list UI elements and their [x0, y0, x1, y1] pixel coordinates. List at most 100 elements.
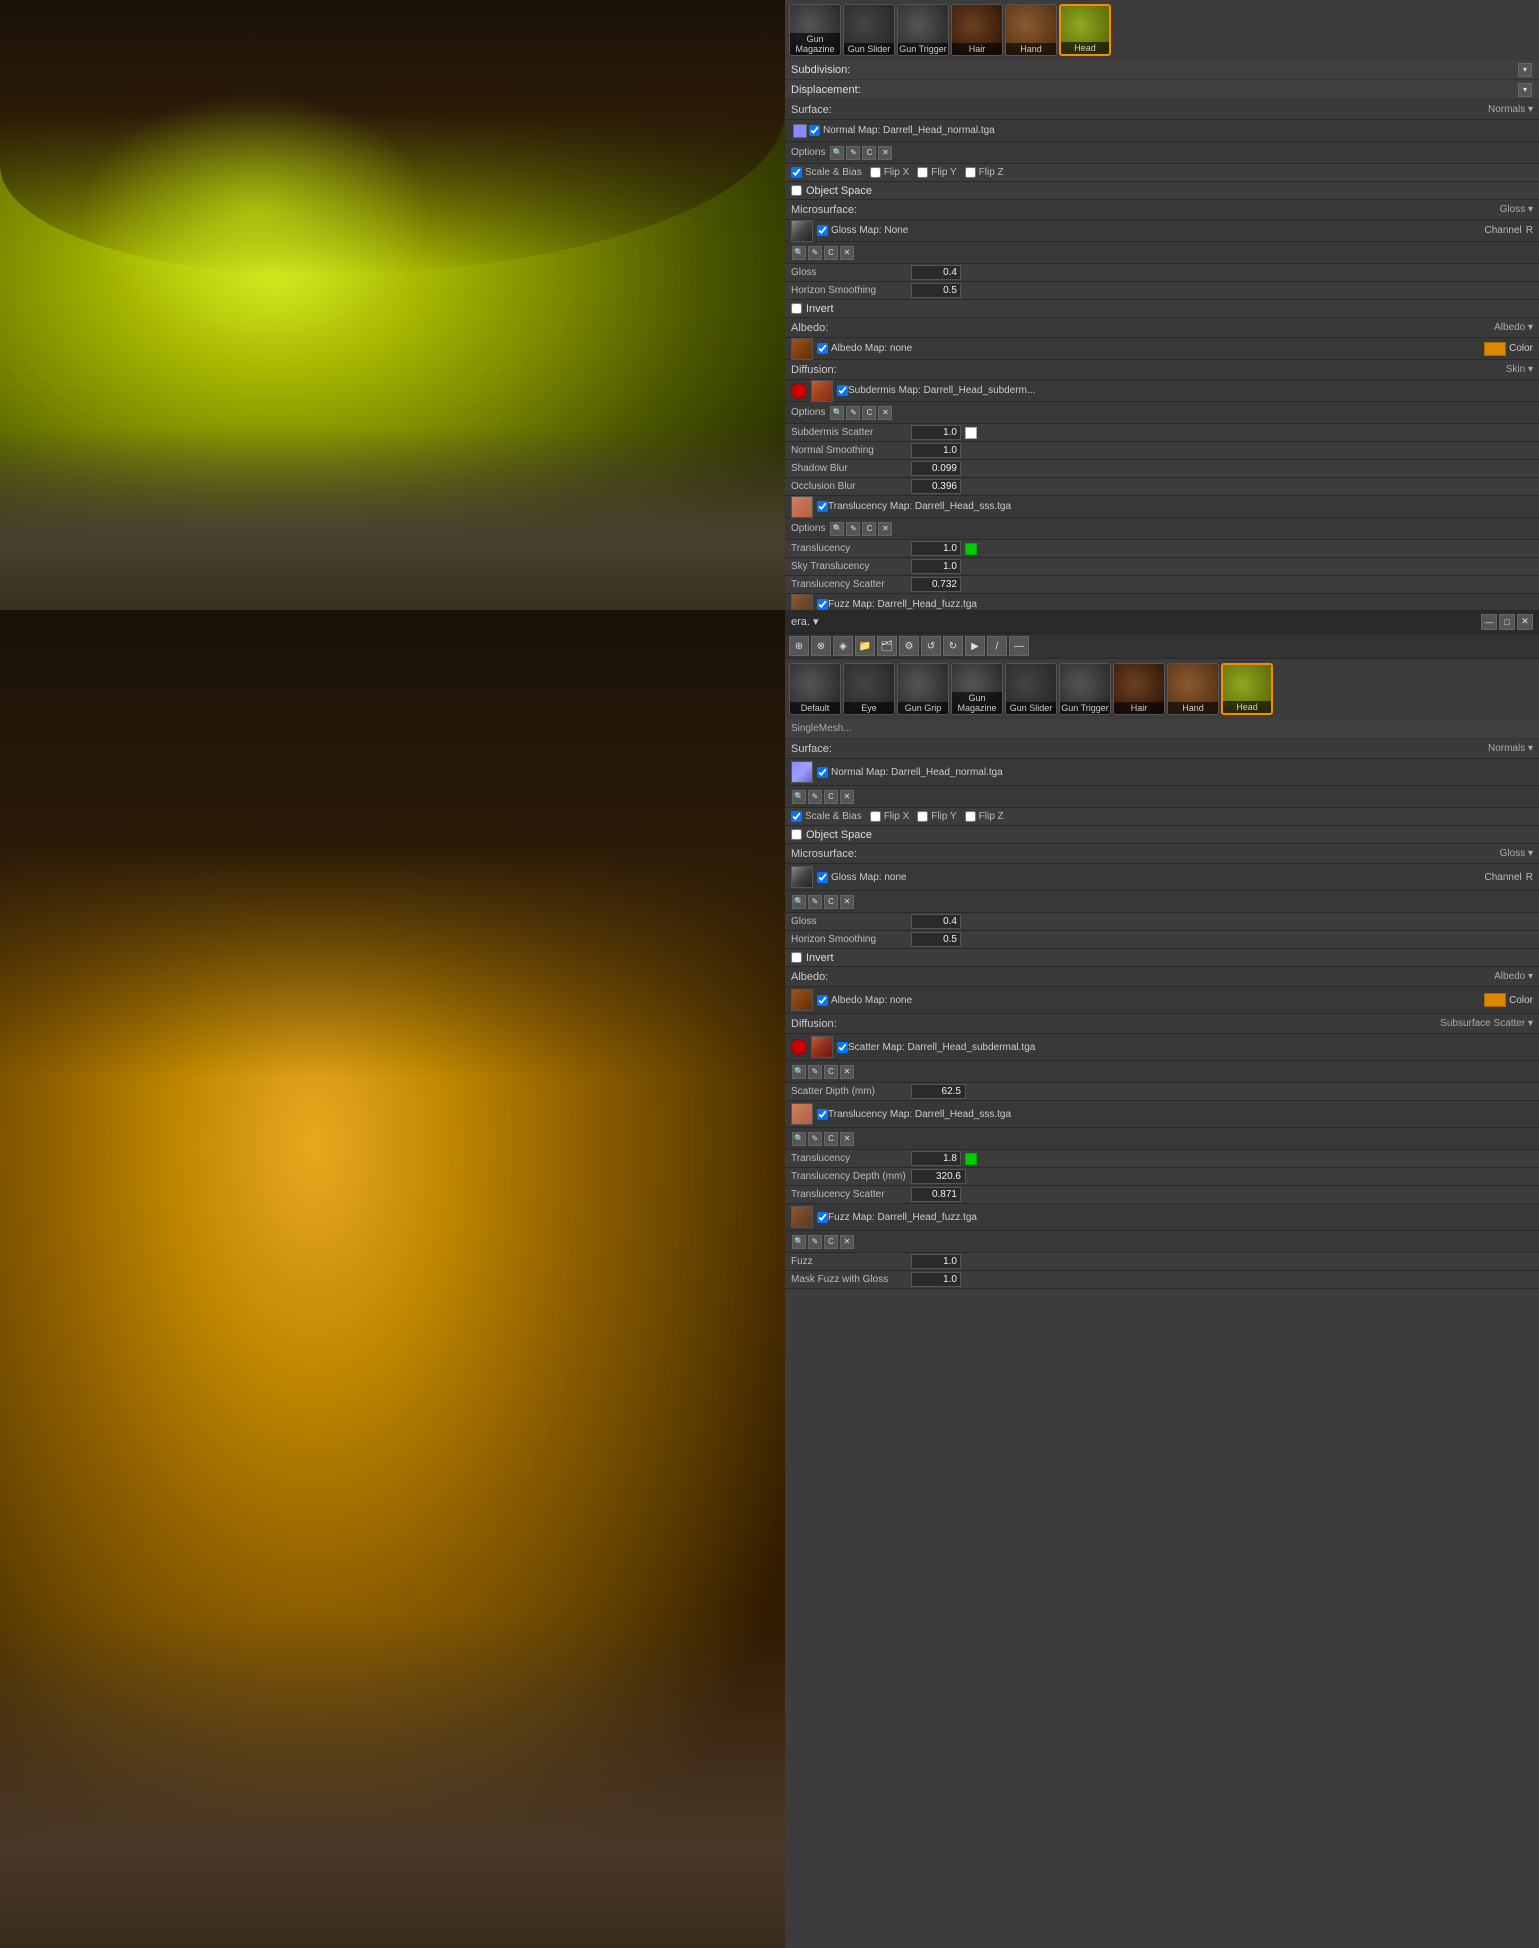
toolbar-folder-icon[interactable]: 📁 [855, 636, 875, 656]
gloss-search-icon[interactable]: 🔍 [792, 246, 806, 260]
b-flip-y-item[interactable]: Flip Y [917, 811, 956, 822]
normal-map-edit-icon[interactable]: ✎ [846, 146, 860, 160]
surface-section-header[interactable]: Surface: Normals ▾ [785, 100, 1539, 120]
toolbar-dash-icon[interactable]: — [1009, 636, 1029, 656]
b-scatter-copy-icon[interactable]: C [824, 1065, 838, 1079]
flip-z-item[interactable]: Flip Z [965, 167, 1004, 178]
translucency-input[interactable] [911, 541, 961, 556]
close-button[interactable]: ✕ [1517, 614, 1533, 630]
toolbar-add-icon[interactable]: ⊕ [789, 636, 809, 656]
b-scatter-depth-input[interactable] [911, 1084, 966, 1099]
scale-bias-item[interactable]: Scale & Bias [791, 167, 862, 178]
b-horizon-smoothing-input[interactable] [911, 932, 961, 947]
b-object-space-checkbox[interactable] [791, 829, 802, 840]
toolbar-layers-icon[interactable]: 🗂 [877, 636, 897, 656]
translucency-scatter-input[interactable] [911, 577, 961, 592]
gloss-input[interactable] [911, 265, 961, 280]
material-thumb-head[interactable]: Head [1059, 4, 1111, 56]
material-thumb-hair2[interactable]: Hair [1113, 663, 1165, 715]
material-thumb-gun-slider[interactable]: Gun Slider [843, 4, 895, 56]
toolbar-play-icon[interactable]: ▶ [965, 636, 985, 656]
b-gloss-checkbox[interactable] [817, 872, 828, 883]
material-thumb-hand[interactable]: Hand [1005, 4, 1057, 56]
b-translucency-checkbox[interactable] [817, 1109, 828, 1120]
scale-bias-checkbox[interactable] [791, 167, 802, 178]
translucency-checkbox[interactable] [817, 501, 828, 512]
material-thumb-gun-magazine2[interactable]: Gun Magazine [951, 663, 1003, 715]
flip-z-checkbox[interactable] [965, 167, 976, 178]
toolbar-undo-icon[interactable]: ↺ [921, 636, 941, 656]
b-normal-x-icon[interactable]: ✕ [840, 790, 854, 804]
gloss-x-icon[interactable]: ✕ [840, 246, 854, 260]
subdivision-row[interactable]: Subdivision: ▾ [785, 60, 1539, 80]
b-normal-map-checkbox[interactable] [817, 767, 828, 778]
gloss-copy-icon[interactable]: C [824, 246, 838, 260]
object-space-checkbox[interactable] [791, 185, 802, 196]
b-gloss-copy-icon[interactable]: C [824, 895, 838, 909]
material-thumb-gun-trigger2[interactable]: Gun Trigger [1059, 663, 1111, 715]
flip-y-item[interactable]: Flip Y [917, 167, 956, 178]
toolbar-redo-icon[interactable]: ↻ [943, 636, 963, 656]
material-thumb-gun-slider2[interactable]: Gun Slider [1005, 663, 1057, 715]
normal-map-copy-icon[interactable]: C [862, 146, 876, 160]
b-diffusion-header[interactable]: Diffusion: Subsurface Scatter ▾ [785, 1014, 1539, 1034]
diffusion-section-header[interactable]: Diffusion: Skin ▾ [785, 360, 1539, 380]
b-translucency-search-icon[interactable]: 🔍 [792, 1132, 806, 1146]
b-albedo-checkbox[interactable] [817, 995, 828, 1006]
subdermis-scatter-input[interactable] [911, 425, 961, 440]
displacement-row[interactable]: Displacement: ▾ [785, 80, 1539, 100]
flip-x-item[interactable]: Flip X [870, 167, 910, 178]
b-normal-copy-icon[interactable]: C [824, 790, 838, 804]
translucency-search-icon[interactable]: 🔍 [830, 522, 844, 536]
toolbar-slash-icon[interactable]: / [987, 636, 1007, 656]
translucency-x-icon[interactable]: ✕ [878, 522, 892, 536]
b-normal-search-icon[interactable]: 🔍 [792, 790, 806, 804]
maximize-button[interactable]: □ [1499, 614, 1515, 630]
b-gloss-input[interactable] [911, 914, 961, 929]
b-fuzz-copy-icon[interactable]: C [824, 1235, 838, 1249]
shadow-blur-input[interactable] [911, 461, 961, 476]
toolbar-remove-icon[interactable]: ⊗ [811, 636, 831, 656]
b-fuzz-x-icon[interactable]: ✕ [840, 1235, 854, 1249]
material-thumb-gun-magazine[interactable]: Gun Magazine [789, 4, 841, 56]
subdivision-dropdown[interactable]: ▾ [1518, 63, 1532, 77]
b-translucency-scatter-input[interactable] [911, 1187, 961, 1202]
b-scatter-search-icon[interactable]: 🔍 [792, 1065, 806, 1079]
normal-map-x-icon[interactable]: ✕ [878, 146, 892, 160]
material-thumb-eye[interactable]: Eye [843, 663, 895, 715]
toolbar-gear-icon[interactable]: ⚙ [899, 636, 919, 656]
b-translucency-copy-icon[interactable]: C [824, 1132, 838, 1146]
subdermis-edit-icon[interactable]: ✎ [846, 406, 860, 420]
b-translucency-edit-icon[interactable]: ✎ [808, 1132, 822, 1146]
horizon-smoothing-input[interactable] [911, 283, 961, 298]
b-scatter-edit-icon[interactable]: ✎ [808, 1065, 822, 1079]
b-flip-z-item[interactable]: Flip Z [965, 811, 1004, 822]
albedo-color-swatch[interactable] [1484, 342, 1506, 356]
displacement-dropdown[interactable]: ▾ [1518, 83, 1532, 97]
microsurface-section-header[interactable]: Microsurface: Gloss ▾ [785, 200, 1539, 220]
material-thumb-hand2[interactable]: Hand [1167, 663, 1219, 715]
translucency-copy-icon[interactable]: C [862, 522, 876, 536]
b-albedo-header[interactable]: Albedo: Albedo ▾ [785, 967, 1539, 987]
b-fuzz-checkbox[interactable] [817, 1212, 828, 1223]
subdermis-copy-icon[interactable]: C [862, 406, 876, 420]
flip-y-checkbox[interactable] [917, 167, 928, 178]
normal-smoothing-input[interactable] [911, 443, 961, 458]
material-thumb-hair[interactable]: Hair [951, 4, 1003, 56]
occlusion-blur-input[interactable] [911, 479, 961, 494]
b-translucency-depth-input[interactable] [911, 1169, 966, 1184]
minimize-button[interactable]: — [1481, 614, 1497, 630]
subdermis-checkbox[interactable] [837, 385, 848, 396]
b-fuzz-edit-icon[interactable]: ✎ [808, 1235, 822, 1249]
b-mask-fuzz-input[interactable] [911, 1272, 961, 1287]
invert-checkbox[interactable] [791, 303, 802, 314]
normal-map-search-icon[interactable]: 🔍 [830, 146, 844, 160]
b-scale-bias-checkbox[interactable] [791, 811, 802, 822]
normal-map-checkbox[interactable] [809, 125, 820, 136]
b-gloss-edit-icon[interactable]: ✎ [808, 895, 822, 909]
toolbar-settings-icon[interactable]: ◈ [833, 636, 853, 656]
sky-translucency-input[interactable] [911, 559, 961, 574]
gloss-map-checkbox[interactable] [817, 225, 828, 236]
subdermis-search-icon[interactable]: 🔍 [830, 406, 844, 420]
b-albedo-color-swatch[interactable] [1484, 993, 1506, 1007]
